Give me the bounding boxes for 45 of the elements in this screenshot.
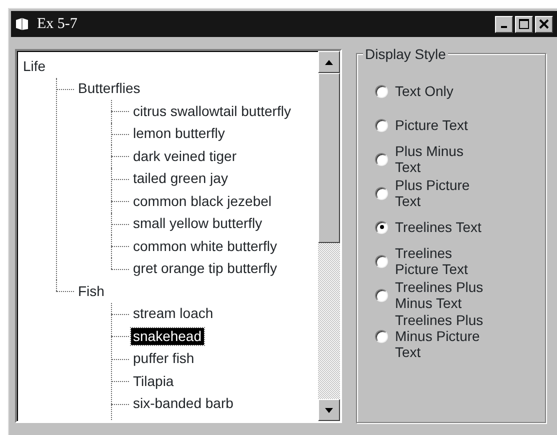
minimize-button[interactable]: [495, 16, 513, 32]
radio-button[interactable]: [375, 254, 388, 268]
radio-button[interactable]: [375, 84, 388, 98]
tree-item[interactable]: stream loach: [131, 305, 216, 322]
tree-item[interactable]: Butterflies: [76, 80, 142, 98]
maximize-icon: [519, 19, 529, 29]
option-label[interactable]: Plus Picture Text: [395, 177, 470, 209]
option-label[interactable]: Text Only: [395, 83, 454, 99]
close-button[interactable]: [535, 16, 553, 32]
option-label[interactable]: Treelines Text: [395, 219, 482, 235]
scroll-up-button[interactable]: [318, 51, 340, 73]
close-icon: [539, 19, 549, 29]
scroll-thumb[interactable]: [318, 73, 340, 243]
tree-item[interactable]: lemon butterfly: [131, 125, 227, 142]
radio-button[interactable]: [375, 330, 388, 342]
option-label[interactable]: Treelines Plus Minus Text: [395, 279, 484, 311]
scroll-down-button[interactable]: [318, 399, 340, 421]
option-label[interactable]: Picture Text: [395, 117, 468, 133]
tree-item[interactable]: Life: [21, 58, 48, 75]
tree-item[interactable]: common white butterfly: [131, 238, 279, 255]
option-label[interactable]: Treelines Plus Minus Picture Text: [395, 312, 484, 360]
maximize-button[interactable]: [515, 16, 533, 32]
radio-button[interactable]: [375, 220, 388, 234]
tree-item[interactable]: common black jezebel: [131, 192, 274, 210]
tree-item[interactable]: gret orange tip butterfly: [131, 260, 279, 278]
down-arrow-icon: [325, 408, 333, 412]
up-arrow-icon: [325, 60, 333, 64]
radio-button[interactable]: [375, 288, 388, 302]
tree-item[interactable]: Fish: [76, 282, 106, 300]
option-label[interactable]: Plus Minus Text: [395, 143, 464, 175]
radio-button[interactable]: [375, 186, 388, 200]
tree-item[interactable]: small yellow butterfly: [131, 215, 264, 232]
tree-item[interactable]: snakehead: [131, 328, 204, 345]
tree-item[interactable]: citrus swallowtail butterfly: [131, 102, 293, 120]
window-title: Ex 5-7: [37, 14, 78, 34]
radio-button[interactable]: [375, 118, 388, 132]
tree-item[interactable]: puffer fish: [131, 350, 196, 368]
tree-item[interactable]: tailed green jay: [131, 170, 230, 188]
tree-item[interactable]: six-banded barb: [131, 395, 236, 412]
tree-item[interactable]: Tilapia: [131, 372, 176, 390]
app-icon: [15, 17, 31, 31]
option-label[interactable]: Treelines Picture Text: [395, 245, 468, 277]
vertical-scrollbar[interactable]: [318, 51, 340, 421]
radio-button[interactable]: [375, 152, 388, 166]
tree-item[interactable]: dark veined tiger: [131, 148, 239, 165]
